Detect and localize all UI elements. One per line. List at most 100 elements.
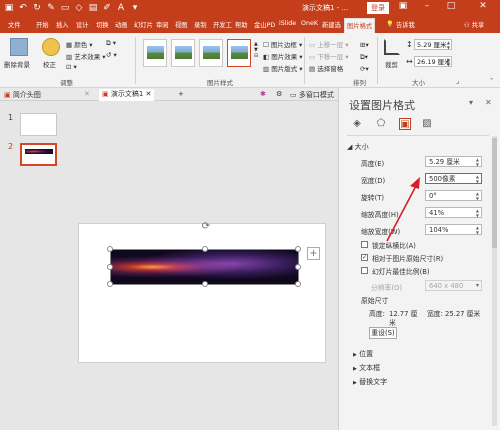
spin-arrows-icon[interactable]: ▲ ▼ bbox=[447, 57, 450, 67]
multi-window-mode[interactable]: ▭ 多窗口模式 bbox=[290, 90, 334, 100]
spin-arrows-icon[interactable]: ▲ ▼ bbox=[476, 157, 479, 167]
scale-width-input[interactable]: 104% ▲ ▼ bbox=[425, 224, 482, 235]
resize-handle-e[interactable] bbox=[295, 264, 301, 270]
start-presentation-icon[interactable]: ▭ bbox=[59, 2, 71, 14]
spin-arrows-icon[interactable]: ▲ ▼ bbox=[476, 208, 479, 218]
resize-handle-se[interactable] bbox=[295, 281, 301, 287]
textbox-section-toggle[interactable]: ▶ 文本框 bbox=[353, 363, 380, 373]
scrollbar-thumb[interactable] bbox=[492, 138, 497, 248]
resize-handle-ne[interactable] bbox=[295, 246, 301, 252]
resize-handle-sw[interactable] bbox=[107, 281, 113, 287]
correct-icon[interactable] bbox=[42, 38, 60, 56]
picture-icon[interactable]: ▨ bbox=[421, 118, 433, 130]
reset-picture-icon[interactable]: ↺ ▾ bbox=[106, 51, 117, 59]
settings-icon[interactable]: ⚙ bbox=[276, 90, 282, 98]
tab-design[interactable]: 设计 bbox=[76, 20, 89, 29]
picture-style-2[interactable] bbox=[171, 39, 195, 67]
close-icon[interactable]: ✕ bbox=[476, 1, 490, 11]
save-icon[interactable]: ▣ bbox=[3, 2, 15, 14]
tab-insert[interactable]: 插入 bbox=[56, 20, 69, 29]
picture-layout-button[interactable]: ▥ 图片版式 ▾ bbox=[263, 63, 303, 73]
doc-tab-1[interactable]: ▣ 简介头图 bbox=[4, 90, 41, 100]
scale-height-input[interactable]: 41% ▲ ▼ bbox=[425, 207, 482, 218]
collapse-ribbon-icon[interactable]: ˄ bbox=[490, 77, 493, 85]
rotate-icon[interactable]: ⟳▾ bbox=[360, 65, 369, 73]
resize-handle-w[interactable] bbox=[107, 264, 113, 270]
picture-icon[interactable]: ▤ bbox=[87, 2, 99, 14]
tab-help[interactable]: 帮助 bbox=[235, 20, 248, 29]
slide-canvas[interactable]: ⟳ + bbox=[78, 222, 326, 363]
change-picture-icon[interactable]: ⧉ ▾ bbox=[106, 39, 116, 48]
tab-file[interactable]: 文件 bbox=[8, 20, 21, 29]
pane-scrollbar[interactable] bbox=[492, 136, 497, 426]
tell-me-search[interactable]: 告诉我 bbox=[396, 20, 415, 29]
tab-review[interactable]: 审阅 bbox=[156, 20, 169, 29]
correct-button[interactable]: 校正 bbox=[43, 59, 56, 69]
align-icon[interactable]: ⊞▾ bbox=[360, 41, 369, 49]
undo-icon[interactable]: ↶ bbox=[17, 2, 29, 14]
tab-record[interactable]: 录制 bbox=[194, 20, 207, 29]
group-icon[interactable]: ⧉▾ bbox=[360, 53, 368, 62]
layout-options-button[interactable]: + bbox=[307, 247, 320, 260]
spin-arrows-icon[interactable]: ▲ ▼ bbox=[476, 191, 479, 201]
customize-dropdown-icon[interactable]: ▾ bbox=[129, 2, 141, 14]
puzzle-icon[interactable]: ✱ bbox=[260, 90, 266, 98]
new-tab-icon[interactable]: + bbox=[178, 90, 184, 98]
tab-new-selection[interactable]: 新建选 bbox=[322, 20, 341, 29]
spin-arrows-icon[interactable]: ▲ ▼ bbox=[447, 40, 450, 50]
picture-effects-button[interactable]: ◧ 图片效果 ▾ bbox=[263, 51, 303, 61]
rotation-input[interactable]: 0° ▲ ▼ bbox=[425, 190, 482, 201]
maximize-icon[interactable]: □ bbox=[444, 1, 458, 11]
lock-aspect-checkbox[interactable] bbox=[361, 241, 368, 248]
doc-tab-2[interactable]: ▣ 演示文稿1 ✕ bbox=[99, 89, 155, 101]
tab-developer[interactable]: 开发工 bbox=[213, 20, 232, 29]
ribbon-width-input[interactable]: 26.19 厘米 ▲ ▼ bbox=[414, 56, 452, 67]
size-section-toggle[interactable]: ◢ 大小 bbox=[347, 142, 369, 152]
resize-handle-s[interactable] bbox=[202, 281, 208, 287]
relative-size-checkbox[interactable]: ✓ bbox=[361, 254, 368, 261]
tab-onekey[interactable]: OneK bbox=[301, 20, 318, 27]
nebula-picture[interactable]: ⟳ bbox=[107, 222, 301, 287]
size-properties-icon[interactable]: ▣ bbox=[399, 118, 411, 130]
picture-style-1[interactable] bbox=[143, 39, 167, 67]
color-button[interactable]: ▦ 颜色 ▾ bbox=[66, 39, 93, 49]
close-pane-icon[interactable]: ✕ bbox=[485, 98, 492, 107]
redo-icon[interactable]: ↻ bbox=[31, 2, 43, 14]
remove-background-icon[interactable] bbox=[10, 38, 28, 56]
crop-button[interactable]: 裁剪 bbox=[385, 59, 398, 69]
spin-arrows-icon[interactable]: ▲ ▼ bbox=[476, 174, 479, 184]
share-button[interactable]: ⚇ 共享 bbox=[464, 20, 484, 29]
selection-pane-button[interactable]: ▤ 选择窗格 bbox=[309, 63, 343, 73]
effects-icon[interactable]: ⬠ bbox=[375, 118, 387, 130]
pane-options-icon[interactable]: ▾ bbox=[469, 98, 473, 107]
reset-button[interactable]: 重设(S) bbox=[369, 327, 397, 339]
picture-style-4[interactable] bbox=[227, 39, 251, 67]
slide-thumbnail-2[interactable] bbox=[20, 143, 57, 166]
position-section-toggle[interactable]: ▶ 位置 bbox=[353, 349, 373, 359]
shape-icon[interactable]: ◇ bbox=[73, 2, 85, 14]
artistic-effects-button[interactable]: ▨ 艺术效果 ▾ bbox=[66, 51, 106, 61]
pen-icon[interactable]: ✐ bbox=[101, 2, 113, 14]
ribbon-height-input[interactable]: 5.29 厘米 ▲ ▼ bbox=[414, 39, 452, 50]
tab-home[interactable]: 开始 bbox=[36, 20, 49, 29]
resize-handle-n[interactable] bbox=[202, 246, 208, 252]
resize-handle-nw[interactable] bbox=[107, 246, 113, 252]
width-input[interactable]: 500像素 ▲ ▼ bbox=[425, 173, 482, 184]
tab-picture-format[interactable]: 图片格式 bbox=[344, 18, 376, 33]
remove-background-button[interactable]: 删除背景 bbox=[4, 59, 30, 69]
text-icon[interactable]: A bbox=[115, 2, 127, 14]
spin-arrows-icon[interactable]: ▲ ▼ bbox=[476, 225, 479, 235]
alt-text-section-toggle[interactable]: ▶ 替换文字 bbox=[353, 377, 387, 387]
tab-islide[interactable]: iSlide bbox=[279, 20, 296, 27]
size-dialog-launcher-icon[interactable]: ⌟ bbox=[456, 77, 459, 85]
height-input[interactable]: 5.29 厘米 ▲ ▼ bbox=[425, 156, 482, 167]
minimize-icon[interactable]: – bbox=[420, 1, 434, 11]
tab-kingsoft-pdf[interactable]: 金山PD bbox=[254, 20, 275, 29]
crop-icon[interactable] bbox=[384, 39, 400, 55]
tab-transitions[interactable]: 切换 bbox=[96, 20, 109, 29]
picture-border-button[interactable]: ☐ 图片边框 ▾ bbox=[263, 39, 302, 49]
rotate-handle-icon[interactable]: ⟳ bbox=[201, 222, 211, 232]
tab-view[interactable]: 视图 bbox=[175, 20, 188, 29]
picture-style-3[interactable] bbox=[199, 39, 223, 67]
fill-line-icon[interactable]: ◈ bbox=[351, 118, 363, 130]
